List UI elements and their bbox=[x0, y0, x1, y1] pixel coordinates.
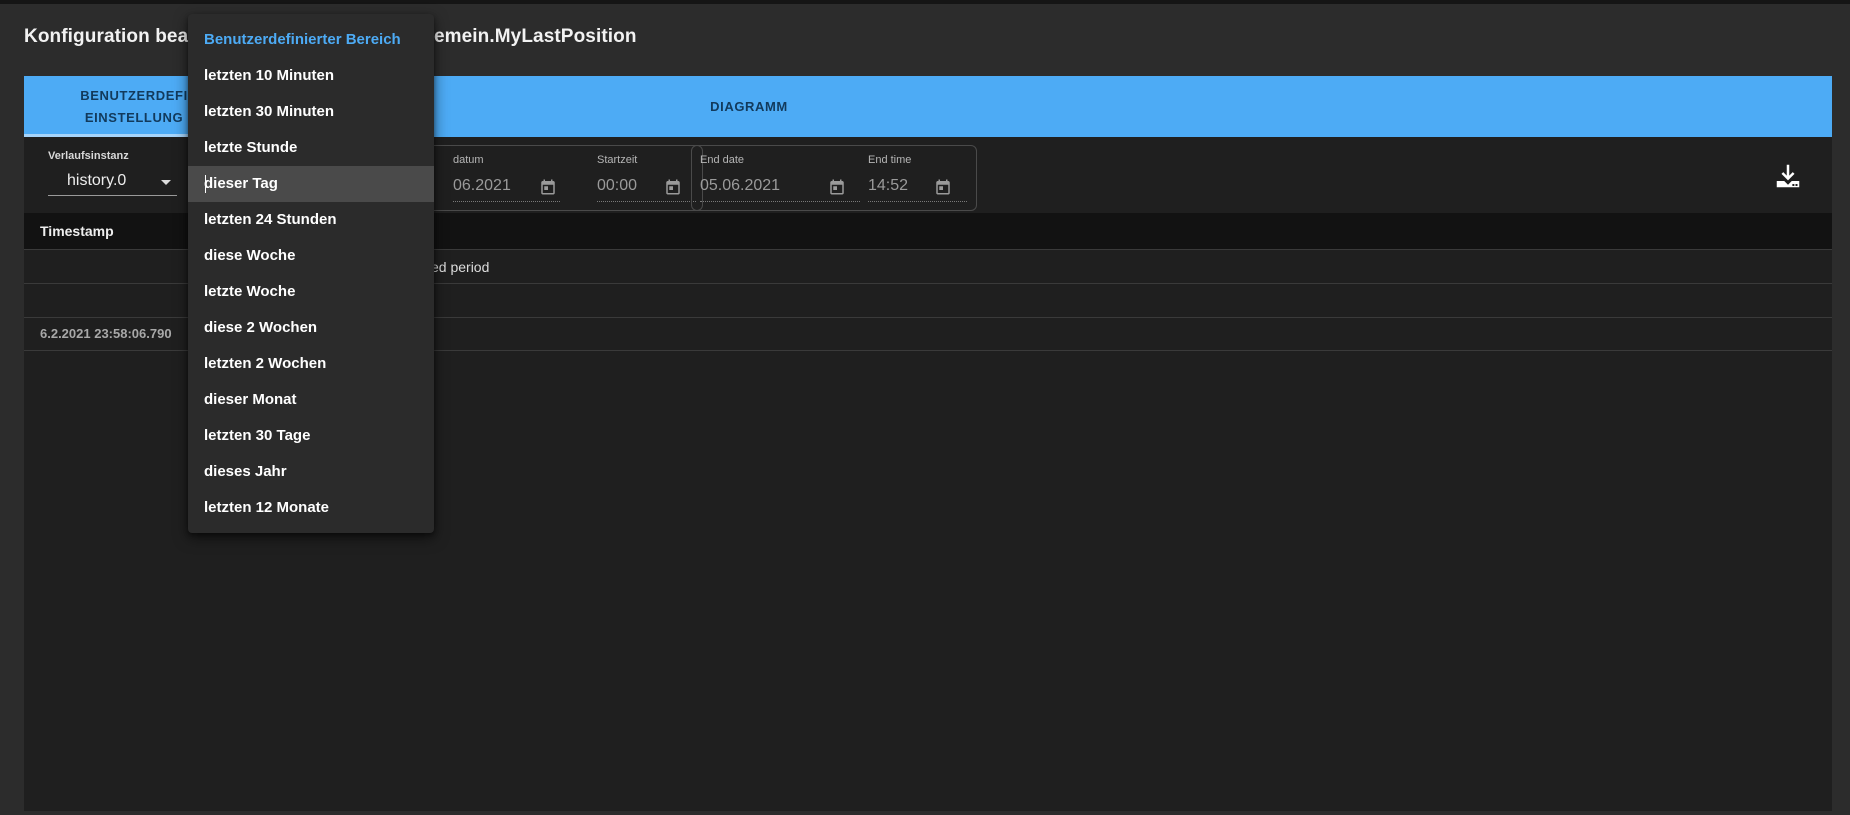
calendar-icon[interactable] bbox=[539, 178, 557, 196]
tab-table[interactable] bbox=[464, 76, 639, 137]
end-time-field[interactable]: End time 14:52 bbox=[868, 154, 967, 202]
menu-item-custom-range[interactable]: Benutzerdefinierter Bereich bbox=[188, 22, 434, 58]
instance-select[interactable]: history.0 bbox=[48, 169, 177, 196]
time-range-dropdown: Benutzerdefinierter Bereich letzten 10 M… bbox=[188, 14, 434, 533]
menu-item-this-day-label: dieser Tag bbox=[204, 175, 278, 192]
menu-item-last-12-months[interactable]: letzten 12 Monate bbox=[188, 490, 434, 526]
tab-diagram-label: DIAGRAMM bbox=[710, 98, 788, 114]
start-time-value: 00:00 bbox=[597, 177, 638, 194]
instance-select-value: history.0 bbox=[67, 172, 127, 189]
menu-item-this-year[interactable]: dieses Jahr bbox=[188, 454, 434, 490]
end-date-value: 05.06.2021 bbox=[700, 177, 781, 194]
row-text: ed period bbox=[431, 259, 490, 275]
menu-item-last-24-hours[interactable]: letzten 24 Stunden bbox=[188, 202, 434, 238]
calendar-icon[interactable] bbox=[934, 178, 952, 196]
tab-custom-settings-line1: BENUTZERDEFI bbox=[80, 87, 188, 103]
tab-diagram[interactable]: DIAGRAMM bbox=[639, 76, 859, 137]
end-time-label: End time bbox=[868, 154, 912, 166]
menu-item-last-2-weeks[interactable]: letzten 2 Wochen bbox=[188, 346, 434, 382]
chevron-down-icon bbox=[161, 180, 171, 185]
menu-item-last-week[interactable]: letzte Woche bbox=[188, 274, 434, 310]
menu-item-this-month[interactable]: dieser Monat bbox=[188, 382, 434, 418]
menu-item-last-10-minutes[interactable]: letzten 10 Minuten bbox=[188, 58, 434, 94]
download-icon[interactable] bbox=[1773, 161, 1803, 191]
menu-item-this-day[interactable]: dieser Tag bbox=[188, 166, 434, 202]
row-timestamp: 6.2.2021 23:58:06.790 bbox=[40, 326, 172, 341]
dialog-title-left: Konfiguration bea bbox=[24, 26, 189, 47]
menu-item-last-hour[interactable]: letzte Stunde bbox=[188, 130, 434, 166]
end-time-value: 14:52 bbox=[868, 177, 909, 194]
menu-item-this-week[interactable]: diese Woche bbox=[188, 238, 434, 274]
tab-custom-settings-line2: EINSTELLUNG bbox=[84, 109, 184, 125]
menu-item-last-30-days[interactable]: letzten 30 Tage bbox=[188, 418, 434, 454]
instance-label: Verlaufsinstanz bbox=[48, 150, 129, 162]
end-date-underline bbox=[700, 201, 860, 202]
start-time-field[interactable]: Startzeit 00:00 bbox=[597, 154, 696, 202]
start-date-underline bbox=[453, 201, 560, 202]
calendar-icon[interactable] bbox=[664, 178, 682, 196]
menu-item-these-2-weeks[interactable]: diese 2 Wochen bbox=[188, 310, 434, 346]
end-date-field[interactable]: End date 05.06.2021 bbox=[700, 154, 860, 202]
calendar-icon[interactable] bbox=[828, 178, 846, 196]
end-time-underline bbox=[868, 201, 967, 202]
menu-item-last-30-minutes[interactable]: letzten 30 Minuten bbox=[188, 94, 434, 130]
end-range-group: End date 05.06.2021 End time 14:52 bbox=[691, 145, 977, 211]
start-time-underline bbox=[597, 201, 696, 202]
start-date-value: 06.2021 bbox=[453, 177, 511, 194]
end-date-label: End date bbox=[700, 154, 745, 166]
start-date-field[interactable]: datum 06.2021 bbox=[453, 154, 560, 202]
dialog-title-right: gemein.MyLastPosition bbox=[422, 26, 637, 47]
column-header-timestamp[interactable]: Timestamp bbox=[40, 223, 114, 239]
start-time-label: Startzeit bbox=[597, 154, 638, 166]
start-date-label: datum bbox=[453, 154, 484, 166]
text-cursor bbox=[205, 175, 206, 193]
